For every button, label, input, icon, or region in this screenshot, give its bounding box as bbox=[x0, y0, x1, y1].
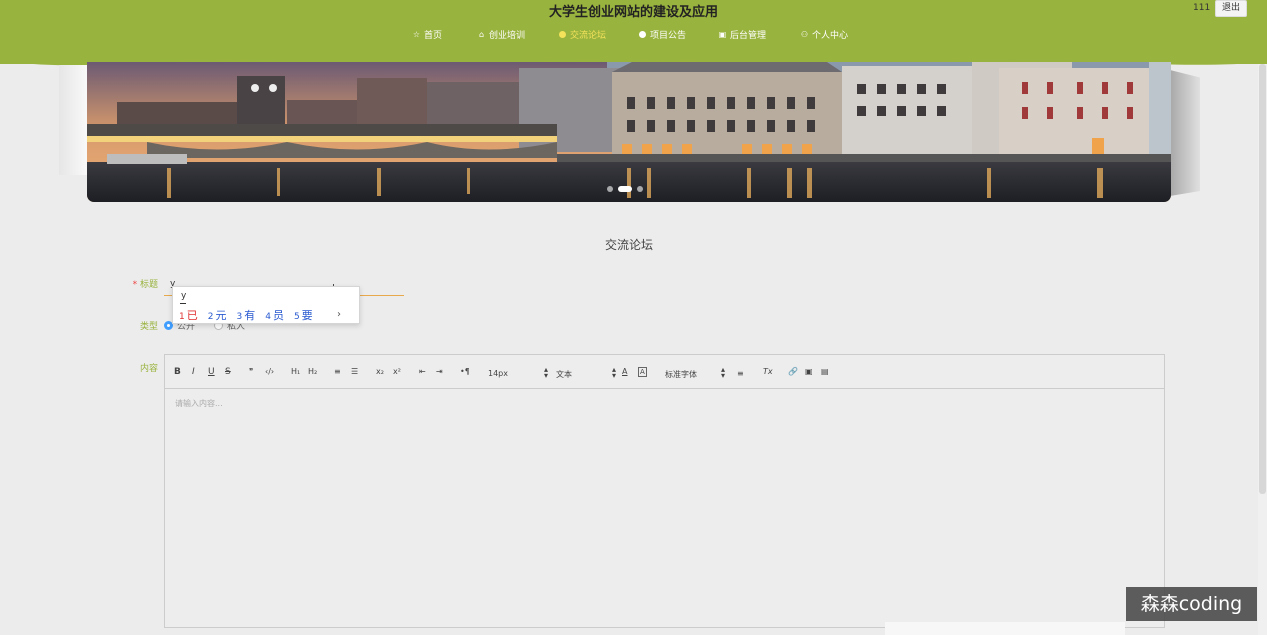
editor-placeholder: 请输入内容... bbox=[175, 399, 223, 408]
bold-button[interactable]: B bbox=[174, 367, 181, 377]
code-block-button[interactable]: ‹/› bbox=[265, 367, 274, 376]
candidate-text: 已 bbox=[186, 309, 198, 322]
font-color-button[interactable]: A bbox=[622, 367, 627, 376]
candidate-text: 员 bbox=[272, 309, 284, 322]
user-name: 111 bbox=[1193, 3, 1211, 13]
video-button[interactable]: ▤ bbox=[821, 367, 829, 376]
candidate-text: 有 bbox=[244, 309, 256, 322]
carousel-dot[interactable] bbox=[607, 186, 613, 192]
nav-item-label: 后台管理 bbox=[730, 31, 767, 41]
candidate-number: 2 bbox=[207, 312, 214, 322]
font-size-select[interactable]: 14px ▴ ▾ bbox=[488, 365, 548, 380]
candidate-number: 3 bbox=[236, 312, 243, 322]
ime-candidate[interactable]: 3有 bbox=[236, 307, 255, 323]
ime-composition-underline bbox=[180, 303, 186, 304]
nav-item-home[interactable]: ☆ 首页 bbox=[412, 28, 442, 41]
superscript-button[interactable]: x² bbox=[393, 367, 401, 376]
bullet-list-button[interactable]: ☰ bbox=[351, 367, 358, 376]
ordered-list-button[interactable]: ≡ bbox=[334, 367, 341, 376]
nav-item-profile[interactable]: ⚇ 个人中心 bbox=[800, 28, 848, 41]
font-size-value: 14px bbox=[488, 369, 508, 378]
content-label: 内容 bbox=[139, 364, 158, 374]
carousel-side-decoration-left bbox=[59, 65, 89, 175]
nav-item-admin[interactable]: ▣ 后台管理 bbox=[718, 28, 766, 41]
strikethrough-button[interactable]: S bbox=[225, 367, 231, 377]
nav-item-label: 创业培训 bbox=[489, 31, 526, 41]
ime-candidate-list: 1已 2元 3有 4员 5要 bbox=[179, 307, 313, 323]
outdent-button[interactable]: ⇤ bbox=[419, 367, 426, 376]
select-arrows-icon: ▴ ▾ bbox=[611, 365, 616, 380]
nav-item-training[interactable]: ⌂ 创业培训 bbox=[477, 28, 525, 41]
candidate-number: 5 bbox=[293, 312, 300, 322]
nav-item-forum[interactable]: 交流论坛 bbox=[558, 28, 606, 41]
italic-button[interactable]: I bbox=[192, 367, 195, 377]
header-select-value: 文本 bbox=[556, 370, 572, 379]
nav-item-label: 交流论坛 bbox=[570, 31, 607, 41]
select-arrows-icon: ▴ ▾ bbox=[543, 365, 548, 380]
main-nav: ☆ 首页 ⌂ 创业培训 交流论坛 项目公告 ▣ 后台管理 ⚇ 个人中心 bbox=[0, 28, 1267, 42]
title-label-text: 标题 bbox=[139, 280, 158, 290]
user-icon: ⚇ bbox=[800, 30, 809, 39]
clear-format-button[interactable]: Tx bbox=[763, 367, 773, 376]
nav-item-announcements[interactable]: 项目公告 bbox=[638, 28, 686, 41]
blockquote-button[interactable]: ❞ bbox=[249, 367, 253, 376]
logout-button[interactable]: 退出 bbox=[1215, 0, 1247, 17]
carousel-indicators bbox=[607, 186, 643, 192]
bag-icon: ⌂ bbox=[478, 30, 485, 39]
candidate-text: 元 bbox=[215, 309, 227, 322]
image-button[interactable]: ▣ bbox=[805, 367, 813, 376]
indent-button[interactable]: ⇥ bbox=[436, 367, 443, 376]
page-title: 交流论坛 bbox=[604, 238, 653, 252]
header-select[interactable]: 文本 ▴ ▾ bbox=[556, 365, 616, 380]
candidate-number: 4 bbox=[265, 312, 271, 322]
text-direction-button[interactable]: •¶ bbox=[460, 367, 470, 376]
carousel-dot[interactable] bbox=[637, 186, 643, 192]
carousel-dot-active[interactable] bbox=[618, 186, 632, 192]
dot-icon bbox=[638, 30, 647, 39]
select-arrows-icon: ▴ ▾ bbox=[720, 365, 725, 380]
nav-item-label: 项目公告 bbox=[650, 31, 687, 41]
page-scrollbar-thumb[interactable] bbox=[1259, 64, 1266, 494]
title-label: * 标题 bbox=[118, 277, 158, 290]
banner-image bbox=[87, 62, 1171, 202]
star-icon: ☆ bbox=[412, 30, 421, 39]
carousel-side-decoration-right bbox=[1170, 70, 1200, 196]
nav-item-label: 首页 bbox=[424, 31, 443, 41]
ime-candidate[interactable]: 5要 bbox=[294, 307, 313, 323]
ime-composition: y bbox=[181, 291, 187, 301]
heading-2-button[interactable]: H₂ bbox=[308, 367, 317, 376]
ime-candidate-popup: y 1已 2元 3有 4员 5要 › bbox=[172, 286, 360, 324]
candidate-text: 要 bbox=[301, 309, 313, 322]
candidate-number: 1 bbox=[179, 312, 185, 322]
required-marker: * bbox=[132, 280, 138, 290]
heading-1-button[interactable]: H₁ bbox=[291, 367, 300, 376]
banner-carousel[interactable] bbox=[87, 62, 1171, 202]
ime-next-page-icon[interactable]: › bbox=[337, 309, 341, 320]
ime-candidate[interactable]: 4员 bbox=[265, 307, 284, 323]
rich-text-editor: B I U S ❞ ‹/› H₁ H₂ ≡ ☰ x₂ x² ⇤ ⇥ •¶ 14p… bbox=[164, 354, 1165, 628]
font-family-value: 标准字体 bbox=[665, 370, 697, 379]
watermark: 森森coding bbox=[1126, 587, 1257, 621]
ime-candidate[interactable]: 1已 bbox=[179, 307, 198, 323]
type-label: 类型 bbox=[139, 322, 158, 332]
briefcase-icon: ▣ bbox=[718, 30, 727, 39]
bottom-strip bbox=[885, 622, 1125, 635]
ime-candidate[interactable]: 2元 bbox=[208, 307, 227, 323]
nav-item-label: 个人中心 bbox=[812, 31, 849, 41]
subscript-button[interactable]: x₂ bbox=[376, 367, 384, 376]
font-family-select[interactable]: 标准字体 ▴ ▾ bbox=[665, 365, 725, 380]
site-title: 大学生创业网站的建设及应用 bbox=[548, 5, 718, 20]
dot-icon bbox=[558, 30, 567, 39]
editor-toolbar: B I U S ❞ ‹/› H₁ H₂ ≡ ☰ x₂ x² ⇤ ⇥ •¶ 14p… bbox=[165, 355, 1164, 389]
background-color-button[interactable]: A bbox=[638, 367, 647, 377]
underline-button[interactable]: U bbox=[208, 367, 215, 377]
editor-content-area[interactable]: 请输入内容... bbox=[165, 390, 1164, 627]
link-button[interactable]: 🔗 bbox=[788, 367, 798, 376]
align-button[interactable]: ≡ bbox=[737, 369, 744, 378]
